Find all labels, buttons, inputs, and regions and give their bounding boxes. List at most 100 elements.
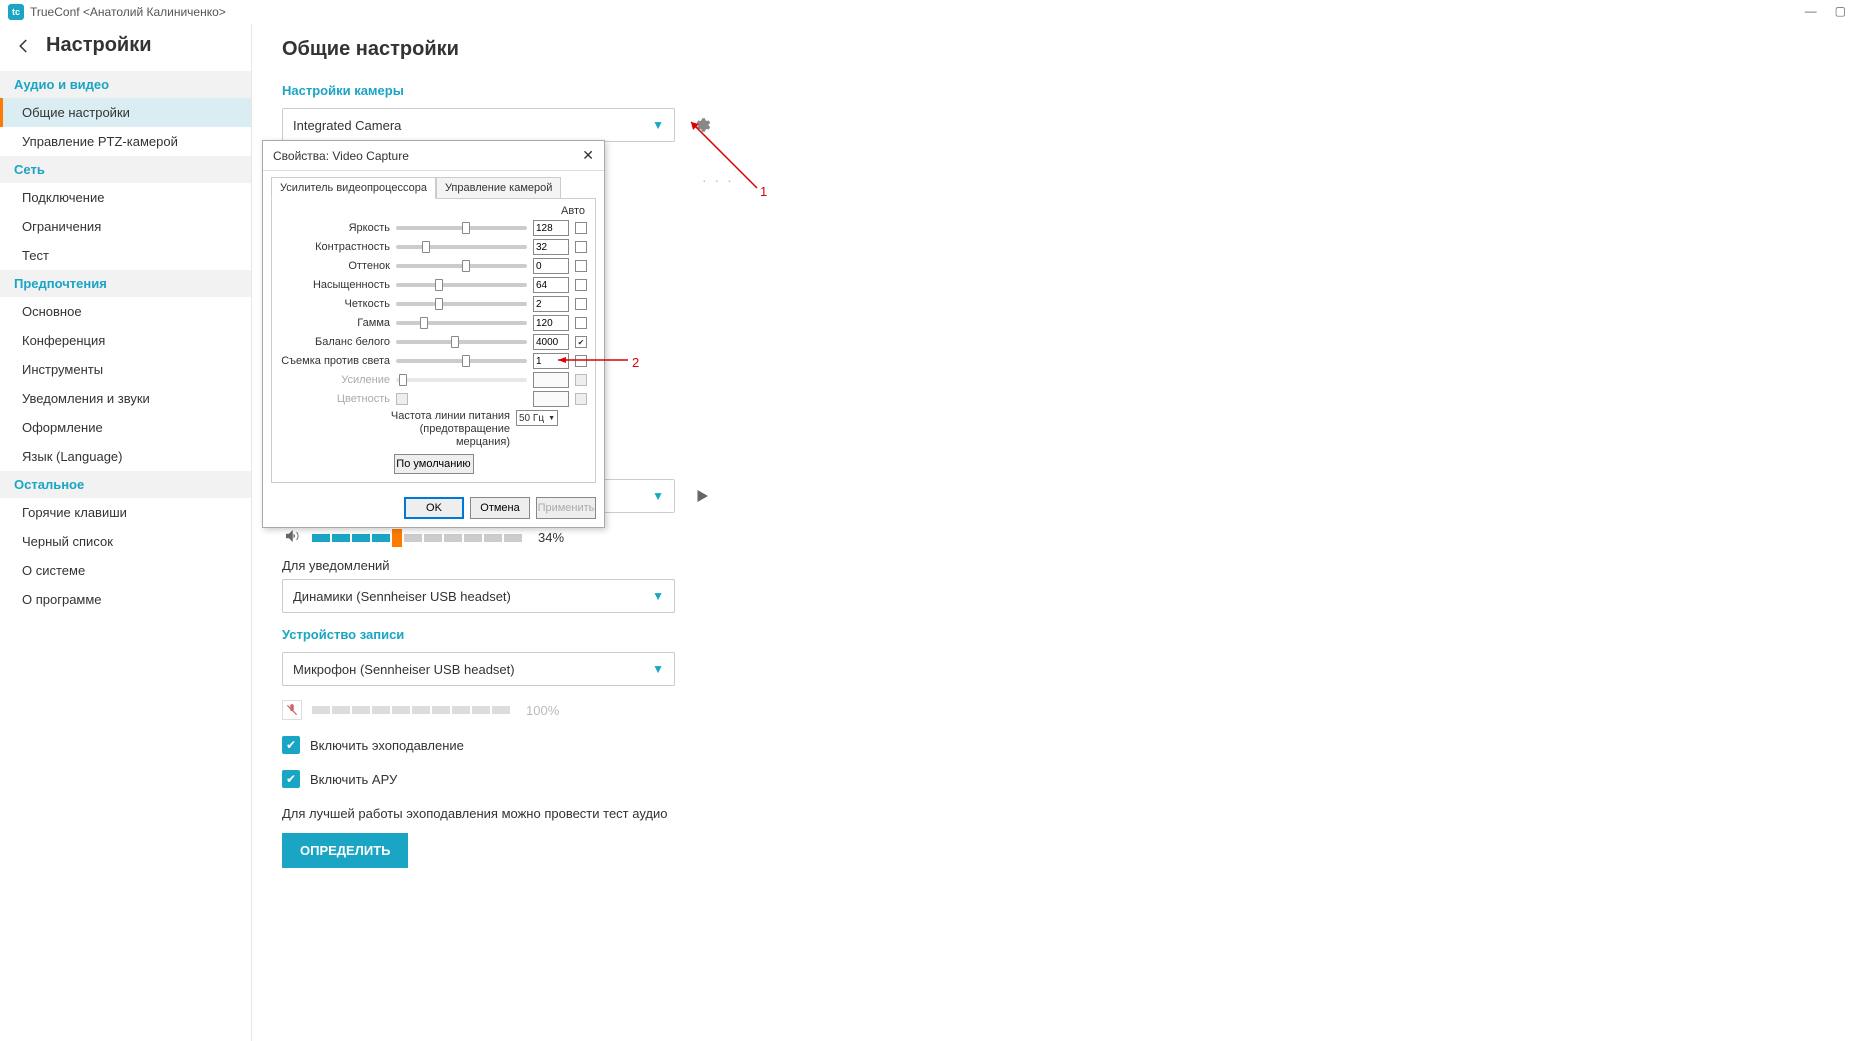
minimize-button[interactable]: — [1805,4,1817,18]
maximize-button[interactable]: ▢ [1835,4,1846,18]
sidebar-item[interactable]: Черный список [0,527,251,556]
record-volume[interactable]: 100% [282,700,1824,720]
property-row: Усиление [280,372,587,388]
agc-checkbox[interactable]: ✔ Включить АРУ [282,770,1824,788]
checkbox-checked-icon: ✔ [282,770,300,788]
gear-icon[interactable] [693,116,711,134]
property-row: Цветность [280,391,587,407]
sidebar-item[interactable]: Инструменты [0,355,251,384]
auto-checkbox[interactable] [575,355,587,367]
freq-select[interactable]: 50 Гц ▼ [516,410,558,426]
sidebar-item[interactable]: Общие настройки [0,98,251,127]
auto-checkbox[interactable] [575,298,587,310]
property-row: Яркость [280,220,587,236]
auto-checkbox[interactable] [575,336,587,348]
test-button[interactable]: ОПРЕДЕЛИТЬ [282,833,408,868]
auto-checkbox[interactable] [575,222,587,234]
chevron-down-icon: ▼ [652,662,664,676]
property-row: Баланс белого [280,334,587,350]
video-properties-dialog: Свойства: Video Capture ✕ Усилитель виде… [262,140,605,528]
property-value-input[interactable] [533,353,569,369]
sidebar-item[interactable]: Оформление [0,413,251,442]
sidebar-section: Сеть [0,156,251,183]
echo-checkbox[interactable]: ✔ Включить эхоподавление [282,736,1824,754]
tab-camera-control[interactable]: Управление камерой [436,177,561,199]
dialog-title: Свойства: Video Capture [273,149,409,163]
sidebar-item[interactable]: О системе [0,556,251,585]
property-label: Контрастность [280,241,390,253]
chevron-down-icon: ▼ [652,489,664,503]
record-volume-pct: 100% [526,703,559,718]
back-icon[interactable] [14,36,34,56]
property-slider[interactable] [396,359,527,363]
property-row: Контрастность [280,239,587,255]
app-title: TrueConf <Анатолий Калиниченко> [30,5,226,19]
camera-select-value: Integrated Camera [293,118,401,133]
property-label: Съемка против света [280,355,390,367]
property-label: Усиление [280,374,390,386]
sidebar: Настройки Аудио и видеоОбщие настройкиУп… [0,24,252,1041]
sidebar-item[interactable]: Горячие клавиши [0,498,251,527]
property-slider[interactable] [396,302,527,306]
record-select[interactable]: Микрофон (Sennheiser USB headset) ▼ [282,652,675,686]
ok-button[interactable]: OK [404,497,464,519]
property-row: Оттенок [280,258,587,274]
titlebar: tc TrueConf <Анатолий Калиниченко> — ▢ [0,0,1854,24]
property-slider[interactable] [396,245,527,249]
sidebar-item[interactable]: Ограничения [0,212,251,241]
property-slider[interactable] [396,340,527,344]
notify-select[interactable]: Динамики (Sennheiser USB headset) ▼ [282,579,675,613]
property-value-input[interactable] [533,296,569,312]
property-value-input[interactable] [533,315,569,331]
close-icon[interactable]: ✕ [582,147,594,164]
checkbox-checked-icon: ✔ [282,736,300,754]
property-slider[interactable] [396,264,527,268]
agc-label: Включить АРУ [310,772,397,787]
default-button[interactable]: По умолчанию [394,454,474,474]
property-label: Гамма [280,317,390,329]
tab-video-amp[interactable]: Усилитель видеопроцессора [271,177,436,199]
camera-section-title: Настройки камеры [282,83,1824,98]
speaker-icon [282,527,302,548]
property-value-input[interactable] [533,334,569,350]
sidebar-item[interactable]: Тест [0,241,251,270]
property-value-input [533,391,569,407]
sidebar-item[interactable]: Основное [0,297,251,326]
property-slider [396,378,527,382]
auto-checkbox[interactable] [575,317,587,329]
property-slider[interactable] [396,226,527,230]
camera-select[interactable]: Integrated Camera ▼ [282,108,675,142]
auto-checkbox[interactable] [575,260,587,272]
property-row: Съемка против света [280,353,587,369]
property-label: Четкость [280,298,390,310]
sidebar-item[interactable]: О программе [0,585,251,614]
property-value-input[interactable] [533,258,569,274]
property-row: Насыщенность [280,277,587,293]
annotation-1: 1 [760,184,767,199]
more-dots[interactable]: · · · [702,172,1824,188]
sidebar-item[interactable]: Уведомления и звуки [0,384,251,413]
sidebar-section: Остальное [0,471,251,498]
cancel-button[interactable]: Отмена [470,497,530,519]
property-value-input[interactable] [533,220,569,236]
sidebar-header: Настройки [0,24,251,71]
play-icon[interactable] [693,487,711,505]
sidebar-item[interactable]: Язык (Language) [0,442,251,471]
property-aux-checkbox [396,393,408,405]
auto-checkbox[interactable] [575,241,587,253]
annotation-2: 2 [632,355,639,370]
page-title: Общие настройки [282,38,1824,61]
sidebar-section: Аудио и видео [0,71,251,98]
sidebar-item[interactable]: Конференция [0,326,251,355]
property-value-input[interactable] [533,277,569,293]
record-select-value: Микрофон (Sennheiser USB headset) [293,662,515,677]
sidebar-item[interactable]: Управление PTZ-камерой [0,127,251,156]
property-slider[interactable] [396,283,527,287]
property-slider[interactable] [396,321,527,325]
playback-volume-pct: 34% [538,530,564,545]
playback-volume[interactable]: 34% [282,527,1824,548]
dialog-titlebar[interactable]: Свойства: Video Capture ✕ [263,141,604,171]
property-value-input[interactable] [533,239,569,255]
auto-checkbox[interactable] [575,279,587,291]
sidebar-item[interactable]: Подключение [0,183,251,212]
